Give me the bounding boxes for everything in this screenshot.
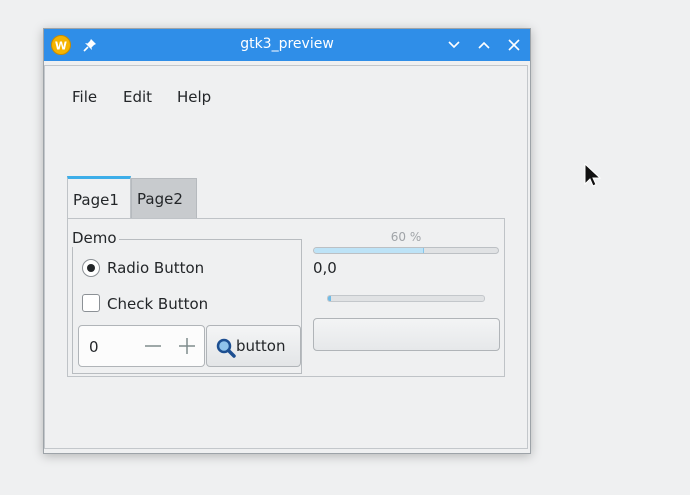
search-button[interactable]: button — [206, 325, 301, 367]
secondary-progress-bar — [327, 295, 485, 302]
quantity-stepper[interactable]: 0 — [78, 325, 205, 367]
progress-bar — [313, 247, 499, 254]
menu-edit[interactable]: Edit — [123, 88, 152, 106]
check-button-label[interactable]: Check Button — [107, 295, 208, 313]
tab-page1[interactable]: Page1 — [67, 176, 131, 218]
chevron-down-icon[interactable] — [447, 38, 461, 52]
secondary-progress-fill — [328, 296, 332, 301]
tab-page2-label: Page2 — [137, 190, 183, 208]
demo-frame-label: Demo — [72, 229, 119, 247]
radio-button[interactable] — [82, 259, 100, 277]
mouse-cursor-icon — [584, 163, 602, 187]
check-button[interactable] — [82, 294, 100, 312]
close-icon[interactable] — [507, 38, 521, 52]
plus-icon[interactable] — [177, 336, 197, 356]
tab-page2[interactable]: Page2 — [131, 178, 197, 218]
chevron-up-icon[interactable] — [477, 38, 491, 52]
minus-icon[interactable] — [143, 336, 163, 356]
search-icon — [216, 338, 236, 358]
menu-file[interactable]: File — [72, 88, 97, 106]
blank-button[interactable] — [313, 318, 500, 351]
coordinate-readout: 0,0 — [313, 259, 337, 277]
progress-bar-fill — [314, 248, 425, 253]
spin-value[interactable]: 0 — [89, 338, 99, 356]
titlebar[interactable]: W gtk3_preview — [44, 29, 530, 61]
tab-page1-label: Page1 — [73, 191, 119, 209]
search-button-label: button — [236, 337, 286, 355]
menu-help[interactable]: Help — [177, 88, 211, 106]
progress-percent-label: 60 % — [390, 230, 422, 244]
radio-button-label[interactable]: Radio Button — [107, 259, 204, 277]
